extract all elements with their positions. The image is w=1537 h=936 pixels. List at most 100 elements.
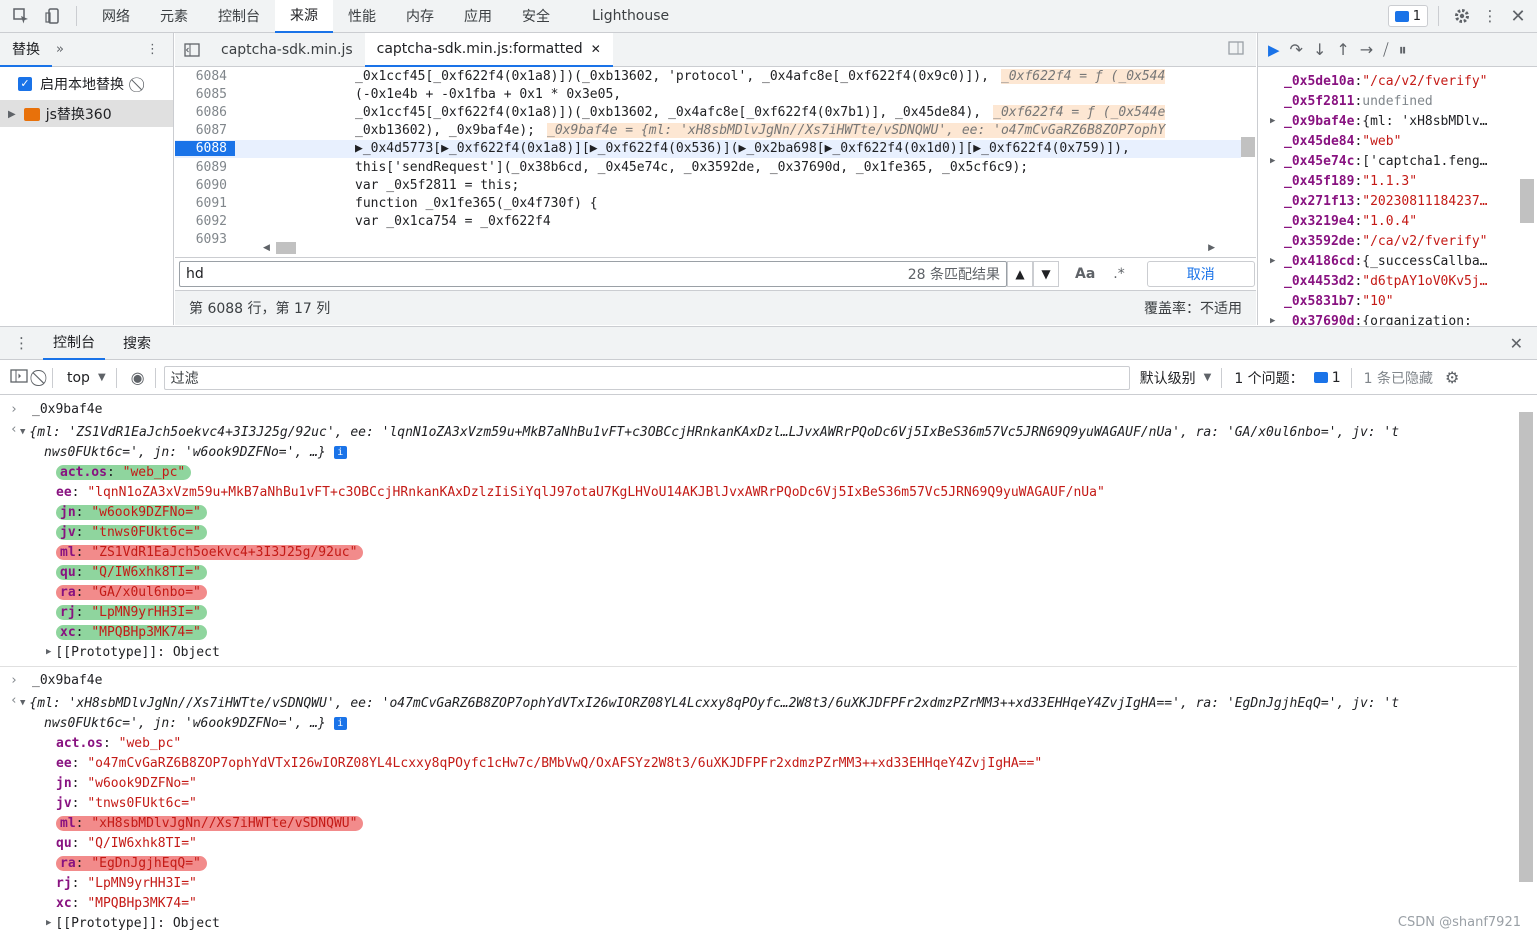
tab-network[interactable]: 网络 — [87, 0, 145, 33]
file-tab-formatted[interactable]: captcha-sdk.min.js:formatted ✕ — [364, 32, 613, 67]
inspect-element-icon[interactable] — [10, 5, 32, 27]
drawer-menu-icon[interactable]: ⋮ — [14, 334, 29, 352]
code-line[interactable]: 6085 (-0x1e4b + -0x1fba + 0x1 * 0x3e05, — [175, 85, 1241, 103]
regex-button[interactable]: .* — [1113, 266, 1124, 282]
toggle-navigator-icon[interactable] — [175, 42, 209, 57]
object-property[interactable]: ee: "o47mCvGaRZ6B8ZOP7ophYdVTxI26wIORZ08… — [56, 753, 1517, 773]
code-line[interactable]: 6084 _0x1ccf45[_0xf622f4(0x1a8)])(_0xb136… — [175, 67, 1241, 85]
object-property[interactable]: act.os: "web_pc" — [56, 733, 1517, 753]
tab-overrides[interactable]: 替换 — [0, 33, 52, 67]
code-line[interactable]: 6086 _0x1ccf45[_0xf622f4(0x1a8)])(_0xb136… — [175, 103, 1241, 121]
scope-scrollbar[interactable] — [1520, 179, 1534, 223]
tab-console[interactable]: 控制台 — [203, 0, 275, 33]
scope-variable[interactable]: _0x3592de: "/ca/v2/fverify" — [1258, 231, 1537, 251]
code-lines[interactable]: 6084 _0x1ccf45[_0xf622f4(0x1a8)])(_0xb136… — [175, 67, 1241, 267]
line-number[interactable]: 6087 — [175, 123, 235, 138]
expand-arrow-icon[interactable]: ▶ — [46, 918, 51, 928]
tab-memory[interactable]: 内存 — [391, 0, 449, 33]
tab-application[interactable]: 应用 — [449, 0, 507, 33]
object-property[interactable]: ml: "xH8sbMDlvJgNn//Xs7iHWTte/vSDNQWU" — [56, 813, 1517, 833]
tab-elements[interactable]: 元素 — [145, 0, 203, 33]
object-summary[interactable]: {ml: 'xH8sbMDlvJgNn//Xs7iHWTte/vSDNQWU',… — [29, 696, 1399, 711]
object-property[interactable]: qu: "Q/IW6xhk8TI=" — [56, 833, 1517, 853]
line-number[interactable]: 6092 — [175, 214, 235, 229]
line-number[interactable]: 6090 — [175, 178, 235, 193]
prototype-line[interactable]: [[Prototype]]: Object — [55, 645, 219, 660]
log-level-selector[interactable]: 默认级别 — [1140, 368, 1196, 388]
issues-button[interactable]: 1 — [1387, 5, 1428, 27]
code-line[interactable]: 6089 this['sendRequest'](_0x38b6cd, _0x45… — [175, 158, 1241, 176]
close-icon[interactable]: ✕ — [1507, 5, 1529, 27]
resume-icon[interactable]: ▶ — [1268, 41, 1280, 59]
prototype-line[interactable]: [[Prototype]]: Object — [55, 916, 219, 931]
scope-variable[interactable]: ▶ _0x9baf4e: {ml: 'xH8sbMDlv… — [1258, 111, 1537, 131]
step-out-icon[interactable]: ↑ — [1336, 40, 1349, 59]
expand-arrow-icon[interactable]: ▶ — [1270, 116, 1284, 126]
scope-variable[interactable]: _0x5f2811: undefined — [1258, 91, 1537, 111]
line-number[interactable]: 6085 — [175, 87, 235, 102]
device-toolbar-icon[interactable] — [42, 5, 64, 27]
expand-arrow-icon[interactable]: ▶ — [1270, 316, 1284, 325]
object-property[interactable]: rj: "LpMN9yrHH3I=" — [56, 873, 1517, 893]
tab-lighthouse[interactable]: Lighthouse — [577, 0, 684, 33]
close-tab-icon[interactable]: ✕ — [591, 42, 601, 56]
expand-arrow-icon[interactable]: ▶ — [46, 647, 51, 657]
drawer-tab-search[interactable]: 搜索 — [113, 327, 161, 360]
step-icon[interactable]: → — [1360, 40, 1373, 59]
file-tab-minified[interactable]: captcha-sdk.min.js — [209, 33, 365, 67]
object-property[interactable]: ra: "EgDnJgjhEqQ=" — [56, 853, 1517, 873]
object-property[interactable]: qu: "Q/IW6xhk8TI=" — [56, 562, 1517, 582]
tab-sources[interactable]: 来源 — [275, 0, 333, 33]
console-settings-icon[interactable]: ⚙ — [1445, 368, 1459, 387]
next-match-button[interactable]: ▼ — [1033, 261, 1059, 287]
object-property[interactable]: ml: "ZS1VdR1EaJch5oekvc4+3I3J25g/92uc" — [56, 542, 1517, 562]
scope-variable[interactable]: _0x5de10a: "/ca/v2/fverify" — [1258, 71, 1537, 91]
scope-variable[interactable]: _0x45de84: "web" — [1258, 131, 1537, 151]
drawer-tab-console[interactable]: 控制台 — [43, 327, 105, 360]
step-into-icon[interactable]: ↓ — [1313, 40, 1326, 59]
line-number[interactable]: 6084 — [175, 69, 235, 84]
more-tabs-icon[interactable]: » — [56, 42, 64, 57]
enable-overrides-checkbox[interactable]: ✓ — [18, 76, 32, 91]
line-number[interactable]: 6088 — [175, 141, 235, 157]
console-scrollbar[interactable] — [1519, 412, 1533, 882]
code-line[interactable]: 6090 var _0x5f2811 = this; — [175, 176, 1241, 194]
issues-link[interactable]: 1 个问题： — [1234, 368, 1303, 388]
code-line[interactable]: 6091 function _0x1fe365(_0x4f730f) { — [175, 194, 1241, 212]
deactivate-breakpoints-icon[interactable]: ⧸ — [1383, 40, 1388, 60]
more-options-icon[interactable]: ⋮ — [146, 42, 159, 57]
close-drawer-icon[interactable]: ✕ — [1510, 334, 1523, 353]
gear-icon[interactable] — [1451, 5, 1473, 27]
tab-performance[interactable]: 性能 — [333, 0, 391, 33]
object-property[interactable]: jv: "tnws0FUkt6c=" — [56, 793, 1517, 813]
line-number[interactable]: 6091 — [175, 196, 235, 211]
search-input[interactable]: hd — [186, 266, 204, 282]
object-property[interactable]: ee: "lqnN1oZA3xVzm59u+MkB7aNhBu1vFT+c3OB… — [56, 482, 1517, 502]
code-line[interactable]: 6088 ▶_0x4d5773[▶_0xf622f4(0x1a8)][▶_0xf6… — [175, 139, 1241, 158]
code-line[interactable]: 6092 var _0x1ca754 = _0xf622f4 — [175, 213, 1241, 231]
line-number[interactable]: 6086 — [175, 105, 235, 120]
scope-variable[interactable]: _0x3219e4: "1.0.4" — [1258, 211, 1537, 231]
object-property[interactable]: act.os: "web_pc" — [56, 462, 1517, 482]
scope-variable[interactable]: _0x4453d2: "d6tpAY1oV0Kv5j… — [1258, 271, 1537, 291]
eye-icon[interactable]: ◉ — [131, 368, 145, 387]
sidebar-toggle-icon[interactable] — [10, 368, 28, 387]
expand-arrow-icon[interactable]: ▼ — [20, 427, 25, 437]
code-line[interactable]: 6087 _0xb13602), _0x9baf4e); _0x9baf4e = {… — [175, 122, 1241, 140]
pause-on-exceptions-icon[interactable]: ⏸ — [1399, 40, 1407, 60]
tab-security[interactable]: 安全 — [507, 0, 565, 33]
step-over-icon[interactable]: ↷ — [1290, 40, 1303, 59]
object-summary[interactable]: {ml: 'ZS1VdR1EaJch5oekvc4+3I3J25g/92uc',… — [29, 425, 1399, 440]
horizontal-scrollbar[interactable]: ◀ ▶ — [175, 239, 1241, 257]
prev-match-button[interactable]: ▲ — [1007, 261, 1033, 287]
scope-variable[interactable]: _0x45f189: "1.1.3" — [1258, 171, 1537, 191]
context-selector[interactable]: top — [67, 370, 90, 386]
match-case-button[interactable]: Aa — [1075, 266, 1095, 282]
cancel-search-button[interactable]: 取消 — [1146, 261, 1255, 287]
scope-variable[interactable]: ▶ _0x45e74c: ['captcha1.feng… — [1258, 151, 1537, 171]
object-property[interactable]: ra: "GA/x0ul6nbo=" — [56, 582, 1517, 602]
more-options-icon[interactable]: ⋮ — [1479, 5, 1501, 27]
object-property[interactable]: jn: "w6ook9DZFNo=" — [56, 502, 1517, 522]
override-folder[interactable]: ▶ js替换360 — [0, 101, 173, 127]
filter-input[interactable]: 过滤 — [163, 365, 1130, 390]
